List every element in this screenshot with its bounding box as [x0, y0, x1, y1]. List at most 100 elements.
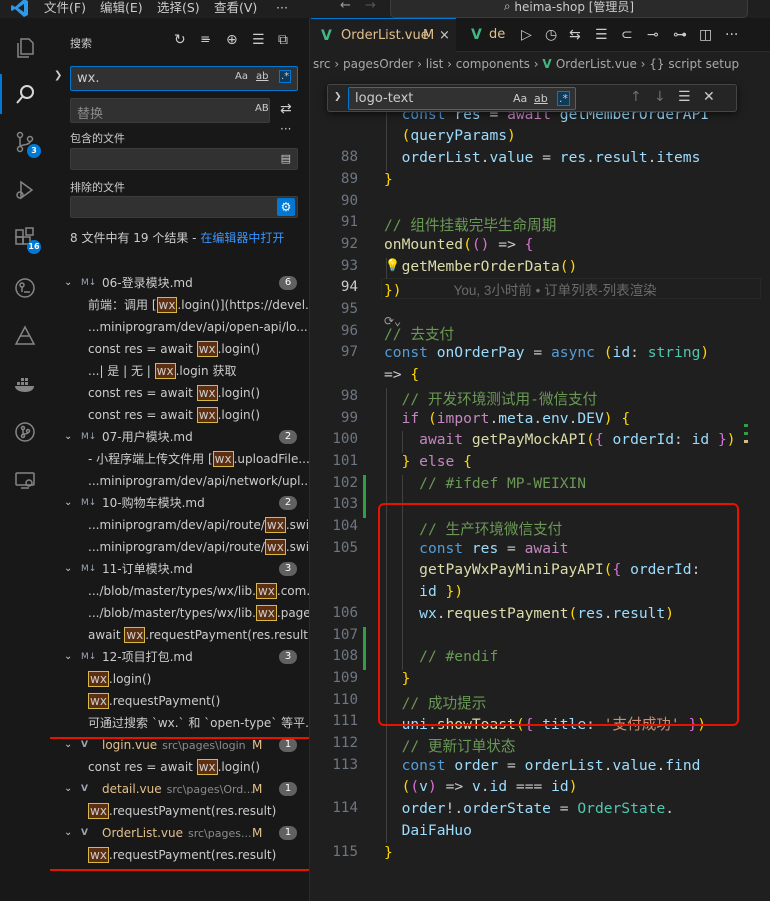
result-match[interactable]: ...miniprogram/dev/api/network/upl...	[88, 470, 309, 492]
extensions-icon[interactable]: 16	[13, 226, 41, 254]
result-match[interactable]: wx .login()	[88, 668, 309, 690]
previous-change-icon[interactable]: ⊸	[647, 27, 659, 43]
regex-icon[interactable]: .*	[557, 91, 570, 106]
breadcrumb-item[interactable]: OrderList.vue	[556, 57, 637, 71]
menu-view[interactable]: 查看(V)	[214, 0, 257, 17]
breadcrumb-item[interactable]: src	[313, 57, 331, 71]
result-file[interactable]: ⌄ M↓ 11-订单模块.md 3	[50, 558, 309, 580]
use-exclude-settings-icon[interactable]: ⚙	[277, 198, 295, 216]
remote-explorer-icon[interactable]	[13, 276, 37, 300]
split-editor-icon[interactable]: ◫	[699, 27, 712, 43]
regex-icon[interactable]: .*	[279, 70, 292, 83]
refresh-icon[interactable]: ↻	[174, 32, 186, 48]
result-match[interactable]: .../blob/master/types/wx/lib.wx.page...	[88, 602, 310, 624]
tab-orderlist[interactable]: V OrderList.vue M ×	[311, 18, 456, 52]
result-match[interactable]: wx .requestPayment()	[88, 690, 309, 712]
docker-icon[interactable]	[13, 372, 37, 396]
result-match[interactable]: 前端：调用 [wx .login()](https://devel...	[88, 294, 309, 316]
exclude-files-input[interactable]: ⚙	[70, 196, 298, 218]
code-editor[interactable]: 86const getMemberOrderData = async () =>…	[311, 78, 770, 901]
previous-match-icon[interactable]: ↑	[630, 89, 642, 105]
result-file[interactable]: ⌄ M↓ 10-购物车模块.md 2	[50, 492, 309, 514]
view-as-tree-icon[interactable]: ☰	[252, 32, 265, 48]
match-highlight: wx	[212, 451, 234, 467]
breadcrumb-item[interactable]: {} script setup	[649, 57, 739, 71]
breadcrumb-item[interactable]: list	[426, 57, 444, 71]
chevron-down-icon[interactable]: ⌄	[64, 426, 72, 448]
result-file[interactable]: ⌄ M↓ 12-项目打包.md 3	[50, 646, 309, 668]
match-text-after: .login()	[217, 408, 261, 422]
result-match[interactable]: 可通过搜索 `wx.` 和 `open-type` 等平...	[88, 712, 309, 734]
result-match[interactable]: .../blob/master/types/wx/lib.wx.com...	[88, 580, 309, 602]
match-text-after: .page...	[276, 606, 310, 620]
result-file[interactable]: ⌄ M↓ 07-用户模块.md 2	[50, 426, 309, 448]
toggle-replace-icon[interactable]: ❯	[54, 70, 62, 81]
lightbulb-icon[interactable]: 💡	[385, 258, 400, 272]
chevron-down-icon[interactable]: ⌄	[64, 646, 72, 668]
line-number: 101	[332, 452, 358, 469]
forward-icon[interactable]: →	[365, 0, 376, 13]
search-input[interactable]: wx. Aa ab .*	[70, 66, 298, 91]
match-case-icon[interactable]: Aa	[235, 71, 248, 82]
include-files-input[interactable]: ▤	[70, 148, 298, 170]
history-icon[interactable]: ◷	[545, 27, 557, 43]
find-input[interactable]: logo-text Aa ab .*	[348, 87, 576, 110]
chevron-down-icon[interactable]: ⌄	[64, 272, 72, 294]
codelens-icon[interactable]: ⟳⌄	[384, 314, 401, 328]
collapse-all-icon[interactable]: ⧉	[278, 32, 288, 48]
new-search-editor-icon[interactable]: ⊕	[226, 32, 238, 48]
breadcrumb-item[interactable]: components	[456, 57, 530, 71]
replace-all-icon[interactable]: ⇄	[280, 101, 292, 117]
source-control-icon[interactable]: 3	[13, 130, 41, 158]
open-in-editor-link[interactable]: 在编辑器中打开	[200, 231, 284, 245]
toggle-details-icon[interactable]: ···	[280, 122, 291, 136]
active-indicator	[0, 74, 2, 114]
next-match-icon[interactable]: ↓	[654, 89, 666, 105]
whole-word-icon[interactable]: ab	[534, 92, 548, 105]
tab-close-icon[interactable]: ×	[439, 19, 450, 53]
menu-more[interactable]: ···	[276, 0, 288, 17]
command-center[interactable]: ⌕ heima-shop [管理员]	[390, 0, 748, 18]
chevron-down-icon[interactable]: ⌄	[64, 492, 72, 514]
chevron-down-icon[interactable]: ⌄	[64, 558, 72, 580]
result-file[interactable]: ⌄ M↓ 06-登录模块.md 6	[50, 272, 309, 294]
replace-input[interactable]: 替换 AB	[70, 98, 270, 123]
menu-selection[interactable]: 选择(S)	[157, 0, 200, 17]
tab-detail[interactable]: V de	[457, 18, 512, 52]
open-changes-icon[interactable]: ⊂	[621, 27, 633, 43]
find-in-selection-icon[interactable]: ☰	[678, 89, 691, 105]
clear-results-icon[interactable]: ≡̶	[200, 32, 210, 46]
run-debug-icon[interactable]	[13, 178, 37, 202]
result-match[interactable]: const res = await wx .login()	[88, 338, 309, 360]
menu-edit[interactable]: 编辑(E)	[100, 0, 143, 17]
menu-file[interactable]: 文件(F)	[44, 0, 86, 17]
open-editors-only-icon[interactable]: ▤	[281, 152, 291, 165]
git-graph-icon[interactable]	[13, 420, 37, 444]
close-find-icon[interactable]: ✕	[703, 89, 715, 105]
back-icon[interactable]: ←	[340, 0, 351, 13]
breadcrumb-item[interactable]: pagesOrder	[343, 57, 413, 71]
result-match[interactable]: const res = await wx .login()	[88, 404, 309, 426]
preserve-case-icon[interactable]: AB	[255, 103, 269, 114]
result-match[interactable]: - 小程序端上传文件用 [wx .uploadFile...	[88, 448, 309, 470]
more-actions-icon[interactable]: ···	[725, 27, 738, 43]
result-match[interactable]: const res = await wx .login()	[88, 382, 309, 404]
result-match[interactable]: ...| 是 | 无 | wx .login 获取	[88, 360, 309, 382]
find-marker	[744, 440, 748, 443]
result-match[interactable]: ...miniprogram/dev/api/route/wx.swi...	[88, 514, 309, 536]
editor-scrollbar[interactable]	[758, 78, 770, 901]
run-icon[interactable]: ▷	[521, 27, 532, 43]
next-change-icon[interactable]: ⊶	[673, 27, 687, 43]
match-case-icon[interactable]: Aa	[513, 92, 527, 105]
toggle-list-icon[interactable]: ☰	[595, 27, 608, 43]
compare-icon[interactable]: ⇆	[569, 27, 581, 43]
whole-word-icon[interactable]: ab	[256, 71, 268, 82]
result-match[interactable]: ...miniprogram/dev/api/open-api/lo...	[88, 316, 309, 338]
vetur-icon[interactable]	[13, 324, 37, 348]
search-icon[interactable]	[13, 82, 37, 106]
result-match[interactable]: ...miniprogram/dev/api/route/wx.swi...	[88, 536, 309, 558]
remote-monitor-icon[interactable]	[13, 468, 37, 492]
result-match[interactable]: await wx .requestPayment(res.result)	[88, 624, 309, 646]
toggle-replace-icon[interactable]: ❯	[334, 92, 342, 102]
explorer-icon[interactable]	[13, 36, 37, 60]
